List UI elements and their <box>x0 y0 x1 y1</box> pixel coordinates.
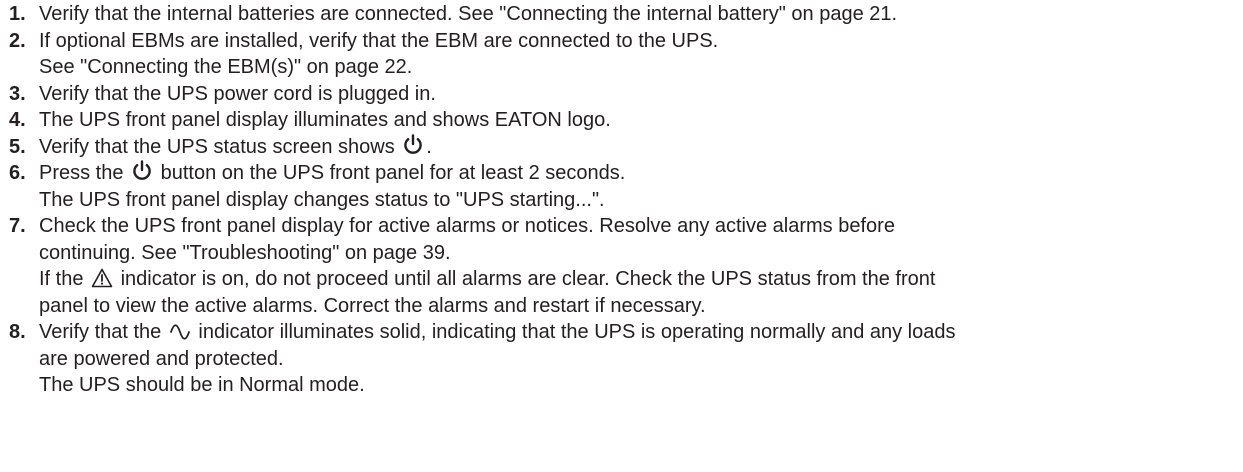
instruction-page: 1. Verify that the internal batteries ar… <box>0 0 1243 472</box>
step-text-line: Verify that the indicator illuminates so… <box>39 319 1224 346</box>
step-text: button on the UPS front panel for at lea… <box>155 162 626 184</box>
step-text: are powered and protected. <box>39 347 284 370</box>
step-number: 7. <box>9 215 26 237</box>
step-text: The UPS should be in Normal mode. <box>39 374 365 396</box>
step-7: 7. Check the UPS front panel display for… <box>9 213 1243 319</box>
step-1: 1. Verify that the internal batteries ar… <box>9 1 1243 28</box>
step-text: indicator illuminates solid, indicating … <box>192 321 956 343</box>
warning-triangle-icon <box>91 268 113 288</box>
step-2: 2. If optional EBMs are installed, verif… <box>9 28 1243 81</box>
step-body: Press the button on the UPS front panel … <box>39 160 1224 213</box>
step-number: 3. <box>9 82 26 105</box>
step-text-line: Press the button on the UPS front panel … <box>39 160 1224 187</box>
step-6: 6. Press the button on the UPS front pan… <box>9 160 1243 213</box>
step-text-line: Verify that the UPS status screen shows … <box>39 133 1224 161</box>
step-3: 3. Verify that the UPS power cord is plu… <box>9 81 1243 108</box>
step-number: 8. <box>9 321 26 343</box>
step-text: Verify that the <box>39 321 167 343</box>
step-number: 2. <box>9 29 26 52</box>
step-text: Verify that the UPS power cord is plugge… <box>39 82 436 105</box>
power-icon <box>402 133 424 156</box>
step-text: panel to view the active alarms. Correct… <box>39 294 706 317</box>
step-text: Verify that the UPS status screen shows <box>39 135 401 158</box>
step-body: Verify that the indicator illuminates so… <box>39 319 1224 399</box>
step-body: If optional EBMs are installed, verify t… <box>39 28 1224 81</box>
step-number: 6. <box>9 162 26 184</box>
step-text-line: If the indicator is on, do not proceed u… <box>39 266 1224 293</box>
step-text: Press the <box>39 162 130 184</box>
step-text: The UPS front panel display illuminates … <box>39 109 611 131</box>
step-text: If optional EBMs are installed, verify t… <box>39 29 719 52</box>
ac-sine-wave-icon <box>169 321 191 341</box>
step-text: If the <box>39 268 90 290</box>
step-body: Check the UPS front panel display for ac… <box>39 213 1224 319</box>
power-icon <box>131 160 153 182</box>
step-text: The UPS front panel display changes stat… <box>39 188 605 211</box>
step-body: Verify that the UPS status screen shows … <box>39 133 1224 161</box>
step-5: 5. Verify that the UPS status screen sho… <box>9 133 1243 161</box>
step-number: 5. <box>9 135 26 158</box>
step-text: . <box>426 135 432 158</box>
step-body: The UPS front panel display illuminates … <box>39 107 1224 134</box>
step-number: 4. <box>9 109 26 131</box>
startup-steps-list: 1. Verify that the internal batteries ar… <box>9 1 1243 399</box>
step-body: Verify that the internal batteries are c… <box>39 1 1224 28</box>
step-text: See "Connecting the EBM(s)" on page 22. <box>39 56 413 78</box>
step-number: 1. <box>9 3 26 25</box>
step-4: 4. The UPS front panel display illuminat… <box>9 107 1243 134</box>
step-text: Check the UPS front panel display for ac… <box>39 215 895 237</box>
step-text: indicator is on, do not proceed until al… <box>115 268 936 290</box>
step-body: Verify that the UPS power cord is plugge… <box>39 81 1224 108</box>
step-text: Verify that the internal batteries are c… <box>39 3 898 25</box>
step-text: continuing. See "Troubleshooting" on pag… <box>39 241 451 264</box>
step-8: 8. Verify that the indicator illuminates… <box>9 319 1243 399</box>
